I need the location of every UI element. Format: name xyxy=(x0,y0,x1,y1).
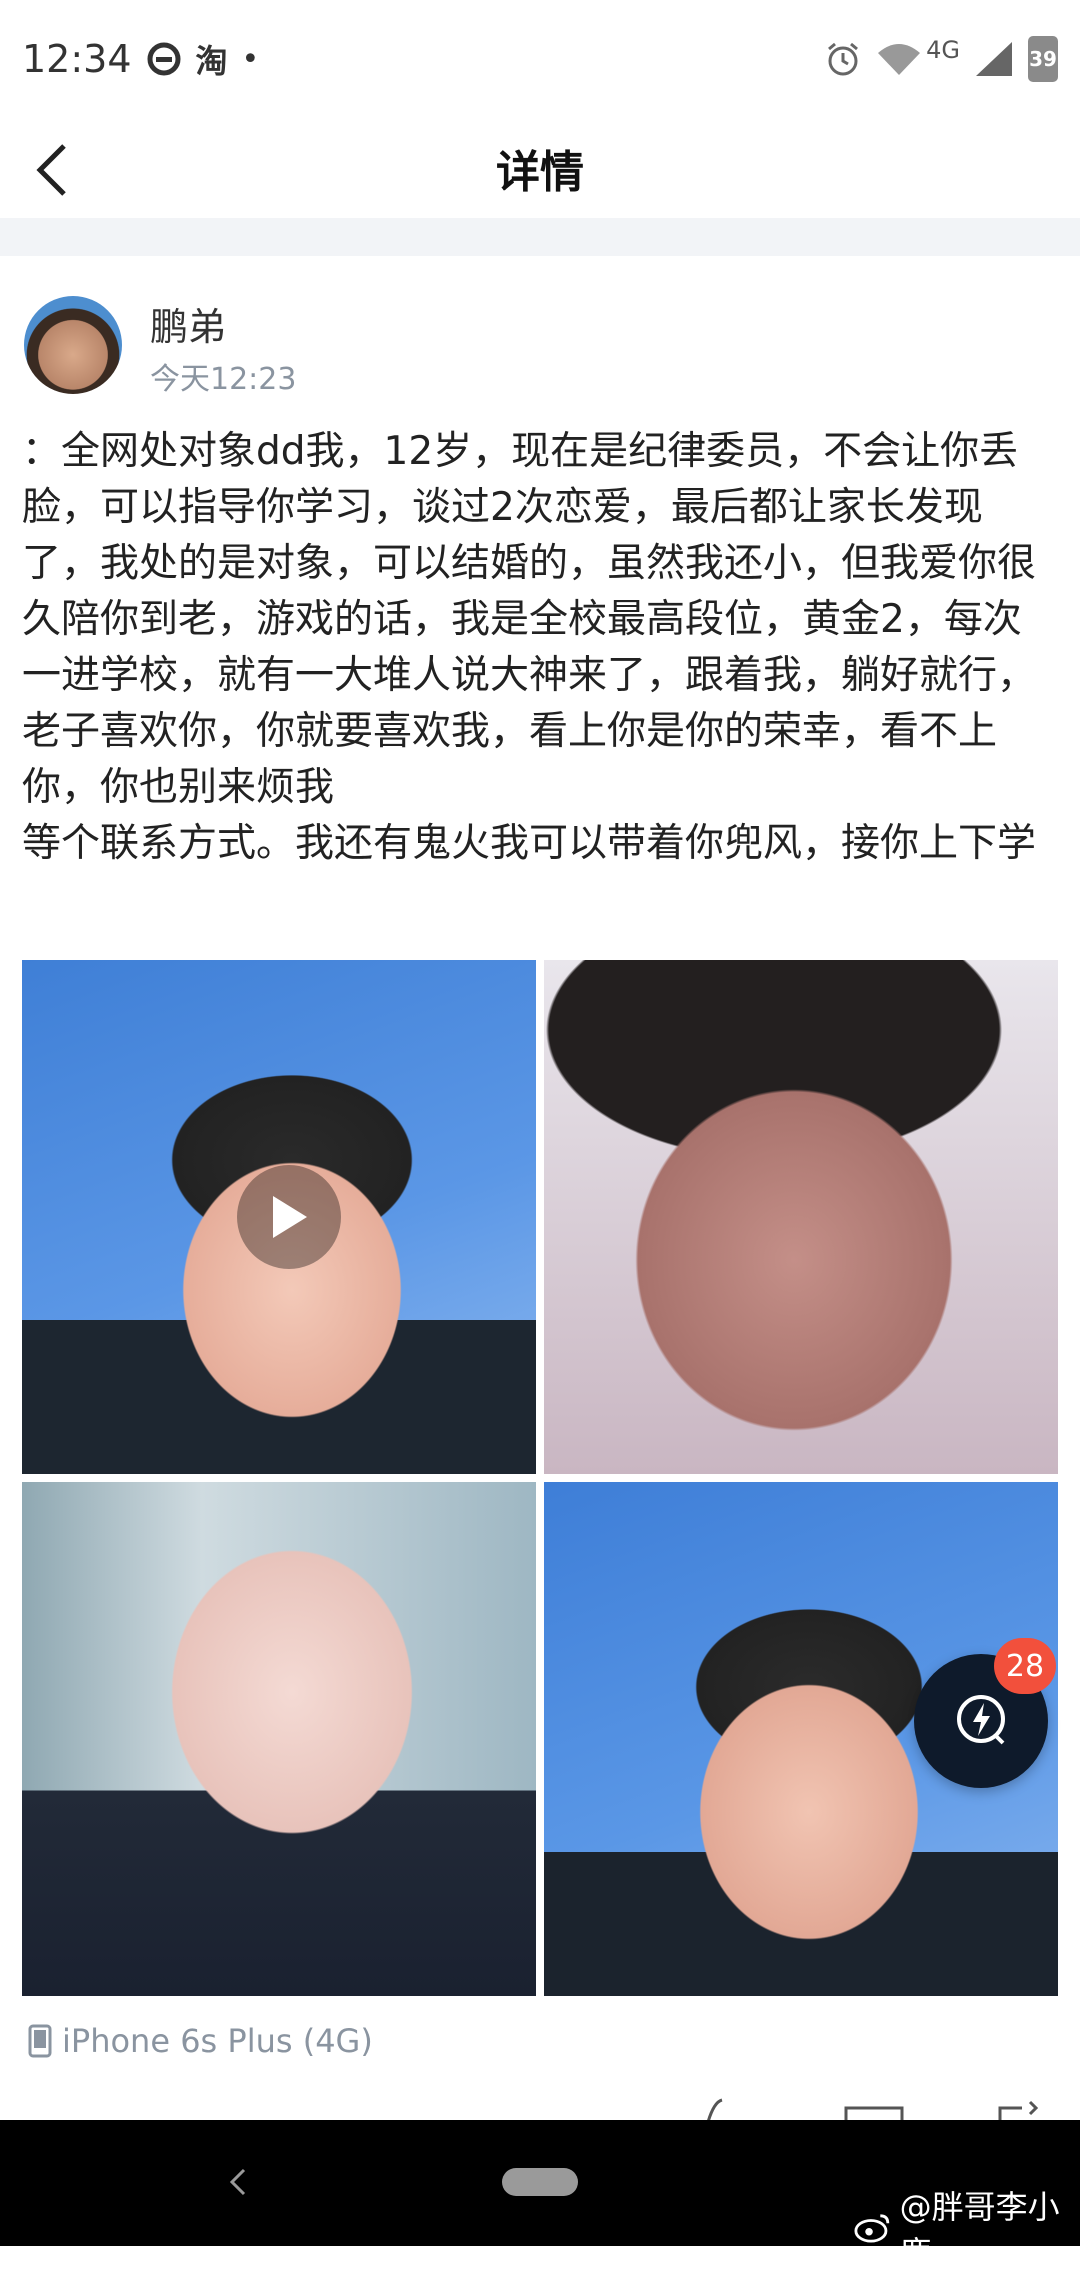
signal-icon xyxy=(974,40,1014,78)
status-time: 12:34 xyxy=(22,37,132,81)
like-icon xyxy=(706,2098,723,2123)
post-text: ：全网处对象dd我，12岁，现在是纪律委员，不会让你丢脸，可以指导你学习，谈过2… xyxy=(22,429,1037,866)
nav-back-icon xyxy=(229,2168,246,2196)
share-icon xyxy=(998,2100,1039,2122)
section-divider xyxy=(0,218,1080,256)
photo-thumbnail[interactable] xyxy=(22,1482,536,1996)
status-left: 12:34 淘 • xyxy=(22,36,259,82)
alarm-icon xyxy=(824,40,862,78)
play-icon xyxy=(273,1196,307,1238)
play-button[interactable] xyxy=(237,1165,341,1269)
lightning-chat-icon xyxy=(957,1695,1005,1745)
notification-dot-icon: • xyxy=(241,41,260,77)
network-type: 4G xyxy=(926,36,960,64)
wifi-icon xyxy=(876,41,922,77)
nav-back-button[interactable] xyxy=(218,2162,258,2202)
avatar[interactable] xyxy=(24,296,122,394)
photo-grid xyxy=(22,960,1058,1996)
post-time: 今天12:23 xyxy=(150,362,297,397)
nav-home-button[interactable] xyxy=(502,2168,578,2196)
page-title: 详情 xyxy=(496,147,584,198)
back-button[interactable] xyxy=(22,140,82,200)
action-bar-partial xyxy=(700,2098,1080,2124)
phone-icon xyxy=(28,2024,52,2058)
chevron-left-icon xyxy=(36,144,66,196)
watermark-text: @胖哥李小鹿 xyxy=(899,2188,1060,2272)
post-author: 鹏弟 今天12:23 xyxy=(24,296,1054,400)
author-name[interactable]: 鹏弟 xyxy=(150,296,226,351)
browser-e-icon xyxy=(146,41,182,77)
photo-thumbnail[interactable] xyxy=(544,960,1058,1474)
device-info: iPhone 6s Plus (4G) xyxy=(28,2022,373,2060)
device-name: iPhone 6s Plus (4G) xyxy=(62,2022,373,2060)
status-right: 4G 39 xyxy=(824,36,1058,82)
status-bar: 12:34 淘 • 4G 39 xyxy=(0,0,1080,118)
weibo-icon xyxy=(854,2214,890,2243)
page-header: 详情 xyxy=(0,118,1080,218)
photo-video-thumbnail[interactable] xyxy=(22,960,536,1474)
taobao-icon: 淘 xyxy=(195,42,228,80)
notification-badge: 28 xyxy=(994,1638,1056,1694)
battery-icon: 39 xyxy=(1028,36,1058,82)
watermark: @胖哥李小鹿 xyxy=(854,2182,1080,2274)
